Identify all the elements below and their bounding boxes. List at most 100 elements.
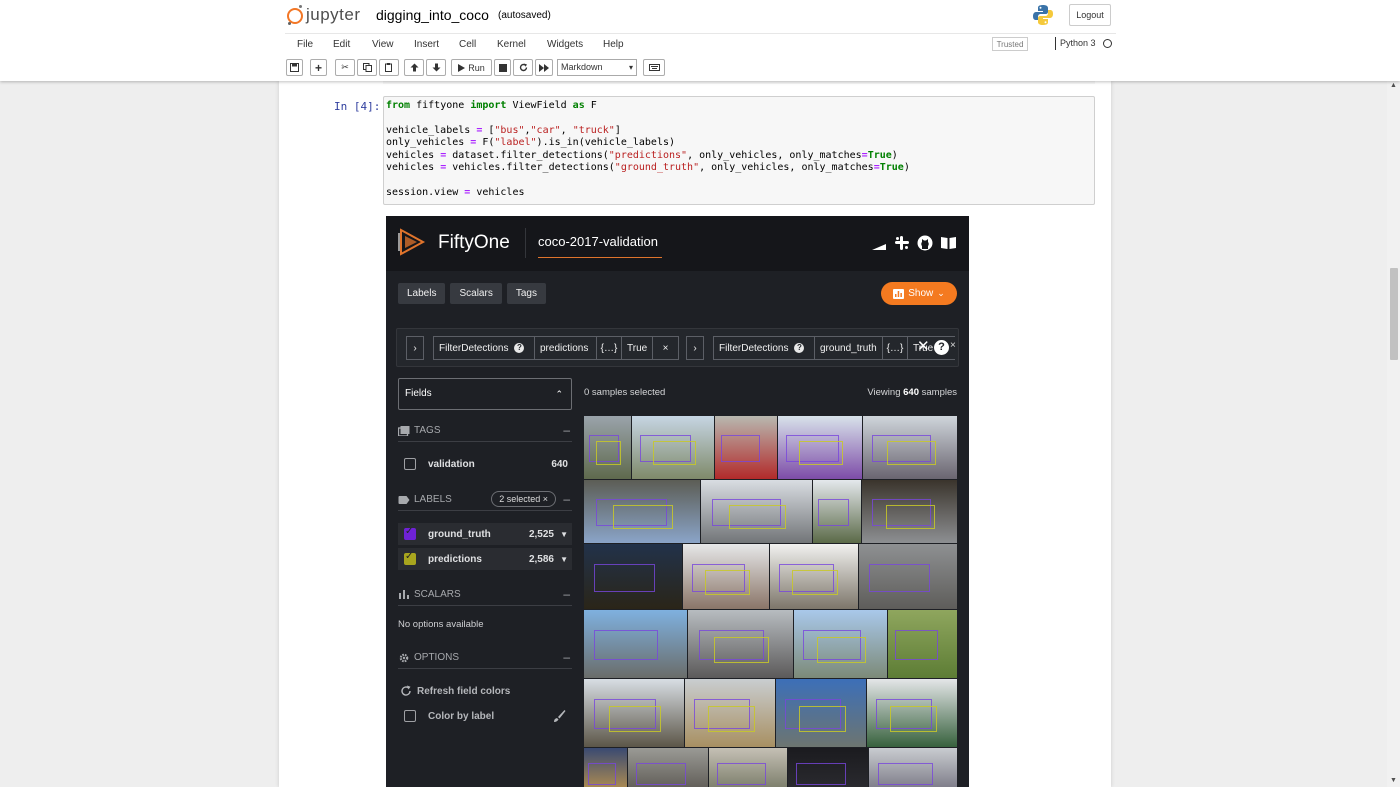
help-icon[interactable]: ? — [514, 343, 525, 353]
sample-thumbnail[interactable] — [683, 544, 769, 609]
sample-thumbnail[interactable] — [584, 416, 631, 479]
sample-thumbnail[interactable] — [770, 544, 858, 609]
menu-kernel[interactable]: Kernel — [497, 39, 526, 50]
sample-thumbnail[interactable] — [776, 679, 866, 747]
trusted-badge[interactable]: Trusted — [992, 37, 1028, 51]
label-checkbox[interactable] — [404, 526, 416, 540]
menu-widgets[interactable]: Widgets — [547, 39, 583, 50]
expand-stage-button[interactable]: › — [686, 336, 704, 360]
sample-thumbnail[interactable] — [794, 610, 887, 678]
sample-thumbnail[interactable] — [584, 544, 682, 609]
scalars-section-header[interactable]: SCALARS – — [398, 584, 572, 606]
tab-scalars[interactable]: Scalars — [450, 283, 502, 304]
menu-file[interactable]: File — [297, 39, 313, 50]
docs-book-icon[interactable] — [940, 235, 957, 251]
stage-field-param[interactable]: ground_truth — [814, 336, 883, 360]
paintbrush-icon[interactable] — [552, 709, 566, 723]
remove-stage-button[interactable]: × — [652, 336, 679, 360]
caret-down-icon[interactable]: ▼ — [560, 530, 568, 539]
notebook-name[interactable]: digging_into_coco — [376, 7, 489, 23]
sample-thumbnail[interactable] — [584, 610, 687, 678]
sample-thumbnail[interactable] — [632, 416, 714, 479]
fields-dropdown[interactable]: Fields ⌃ — [398, 378, 572, 410]
close-icon[interactable]: × — [950, 340, 956, 351]
color-by-label-toggle[interactable]: Color by label — [404, 710, 494, 722]
menu-cell[interactable]: Cell — [459, 39, 476, 50]
caret-down-icon[interactable]: ▼ — [560, 555, 568, 564]
paste-button[interactable] — [379, 59, 399, 76]
sample-thumbnail[interactable] — [685, 679, 775, 747]
dataset-selector[interactable]: coco-2017-validation — [538, 234, 662, 258]
sample-thumbnail[interactable] — [584, 748, 627, 787]
scroll-up-icon[interactable]: ▲ — [1390, 82, 1397, 89]
labels-section-header[interactable]: LABELS 2 selected × – — [398, 489, 572, 511]
stage-filter-param[interactable]: {…} — [882, 336, 908, 360]
sample-thumbnail[interactable] — [584, 480, 700, 543]
code-cell[interactable]: from fiftyone import ViewField as F vehi… — [383, 96, 1095, 205]
label-checkbox[interactable] — [404, 551, 416, 565]
sample-thumbnail[interactable] — [701, 480, 812, 543]
help-icon[interactable]: ? — [934, 340, 949, 355]
sample-thumbnail[interactable] — [788, 748, 868, 787]
cut-button[interactable]: ✂ — [335, 59, 355, 76]
page-scrollbar-thumb[interactable] — [1390, 268, 1398, 360]
sample-thumbnail[interactable] — [862, 480, 957, 543]
collapse-icon[interactable]: – — [563, 650, 570, 664]
menu-view[interactable]: View — [372, 39, 394, 50]
tab-labels[interactable]: Labels — [398, 283, 446, 304]
slack-icon[interactable] — [894, 235, 910, 251]
restart-run-all-button[interactable] — [535, 59, 553, 76]
signal-icon[interactable] — [871, 235, 887, 251]
logout-button[interactable]: Logout — [1069, 4, 1111, 26]
sample-thumbnail[interactable] — [628, 748, 708, 787]
sample-thumbnail[interactable] — [863, 416, 957, 479]
restart-kernel-button[interactable] — [513, 59, 533, 76]
sample-thumbnail[interactable] — [869, 748, 957, 787]
label-row-ground-truth[interactable]: ground_truth 2,525 ▼ — [398, 523, 572, 545]
stage-filter-detections-2[interactable]: FilterDetections ? — [713, 336, 815, 360]
help-icon[interactable]: ? — [794, 343, 805, 353]
tab-tags[interactable]: Tags — [506, 283, 546, 304]
view-stage-bar[interactable]: › FilterDetections ? predictions {…} Tru… — [396, 328, 959, 367]
jupyter-logo[interactable]: jupyter — [287, 4, 361, 26]
code-cell-source[interactable]: from fiftyone import ViewField as F vehi… — [386, 100, 910, 199]
save-button[interactable] — [286, 59, 303, 76]
sample-thumbnail[interactable] — [778, 416, 862, 479]
menu-help[interactable]: Help — [603, 39, 624, 50]
menu-insert[interactable]: Insert — [414, 39, 439, 50]
move-down-button[interactable] — [426, 59, 446, 76]
stage-only-matches-param[interactable]: True — [621, 336, 653, 360]
stage-filter-detections-1[interactable]: FilterDetections ? — [433, 336, 535, 360]
page-scrollbar[interactable] — [1387, 81, 1400, 787]
options-section-header[interactable]: OPTIONS – — [398, 647, 572, 669]
github-icon[interactable] — [917, 235, 933, 251]
refresh-field-colors-button[interactable]: Refresh field colors — [400, 685, 510, 697]
sample-thumbnail[interactable] — [715, 416, 777, 479]
sample-thumbnail[interactable] — [813, 480, 861, 543]
menu-edit[interactable]: Edit — [333, 39, 350, 50]
command-palette-button[interactable] — [643, 59, 665, 76]
stage-field-param[interactable]: predictions — [534, 336, 597, 360]
insert-cell-button[interactable]: + — [310, 59, 327, 76]
expand-stage-button[interactable]: › — [406, 336, 424, 360]
sample-thumbnail[interactable] — [709, 748, 787, 787]
tags-section-header[interactable]: TAGS – — [398, 420, 572, 442]
interrupt-kernel-button[interactable] — [494, 59, 511, 76]
close-icon[interactable]: ✕ — [917, 339, 930, 355]
copy-button[interactable] — [357, 59, 377, 76]
scroll-down-icon[interactable]: ▼ — [1390, 777, 1397, 784]
collapse-icon[interactable]: – — [563, 423, 570, 437]
tag-row-validation[interactable]: validation 640 — [398, 453, 572, 475]
labels-selected-badge[interactable]: 2 selected × — [491, 491, 556, 507]
sample-thumbnail[interactable] — [859, 544, 957, 609]
color-by-label-checkbox[interactable] — [404, 710, 416, 722]
show-button[interactable]: Show ⌄ — [881, 282, 957, 305]
stage-filter-param[interactable]: {…} — [596, 336, 622, 360]
label-row-predictions[interactable]: predictions 2,586 ▼ — [398, 548, 572, 570]
sample-thumbnail[interactable] — [688, 610, 793, 678]
sample-thumbnail[interactable] — [888, 610, 957, 678]
collapse-icon[interactable]: – — [563, 492, 570, 506]
move-up-button[interactable] — [404, 59, 424, 76]
sample-thumbnail[interactable] — [867, 679, 957, 747]
run-button[interactable]: Run — [451, 59, 492, 76]
